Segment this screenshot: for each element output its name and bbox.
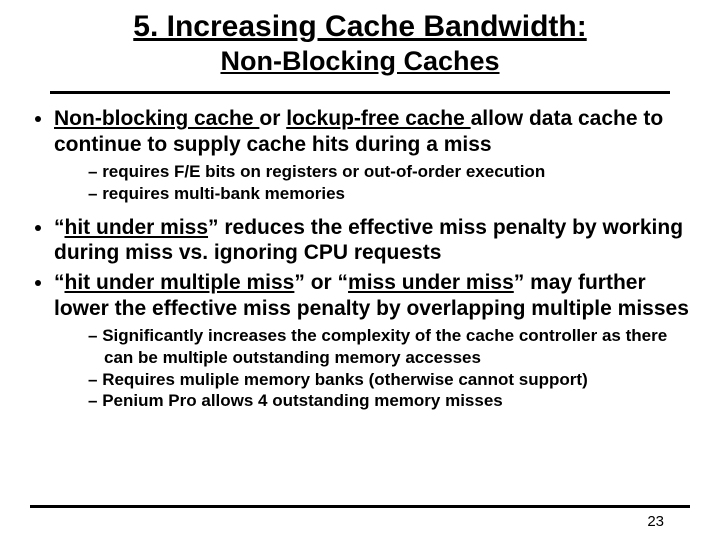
sub-bullet-item: Requires muliple memory banks (otherwise… (88, 369, 692, 391)
sub-bullet-item: requires multi-bank memories (88, 183, 692, 205)
bullet-text-part: miss under miss (348, 271, 514, 294)
title-line-2: Non-Blocking Caches (50, 46, 670, 77)
slide-title: 5. Increasing Cache Bandwidth: Non-Block… (50, 10, 670, 77)
bullet-text-part: hit under multiple miss (65, 271, 295, 294)
bullet-text-part: ” or “ (294, 271, 348, 294)
bullet-text-part: “ (54, 271, 65, 294)
bullet-item: Non-blocking cache or lockup-free cache … (54, 106, 692, 205)
bullet-text-part: “ (54, 216, 65, 239)
page-number: 23 (647, 513, 664, 530)
bullet-item: “hit under miss” reduces the effective m… (54, 215, 692, 266)
sub-bullet-list: requires F/E bits on registers or out-of… (54, 161, 692, 205)
bullet-text-part: hit under miss (65, 216, 209, 239)
bullet-text-part: Non-blocking cache (54, 107, 259, 130)
bullet-text-part: lockup-free cache (286, 107, 470, 130)
sub-bullet-item: requires F/E bits on registers or out-of… (88, 161, 692, 183)
bullet-text-part: or (259, 107, 286, 130)
sub-bullet-item: Significantly increases the complexity o… (88, 325, 692, 369)
bullet-list: Non-blocking cache or lockup-free cache … (28, 106, 692, 412)
title-divider (50, 91, 670, 94)
sub-bullet-list: Significantly increases the complexity o… (54, 325, 692, 412)
slide: 5. Increasing Cache Bandwidth: Non-Block… (0, 0, 720, 540)
title-line-1: 5. Increasing Cache Bandwidth: (50, 10, 670, 44)
sub-bullet-item: Penium Pro allows 4 outstanding memory m… (88, 390, 692, 412)
footer-divider (30, 505, 690, 508)
bullet-item: “hit under multiple miss” or “miss under… (54, 270, 692, 412)
